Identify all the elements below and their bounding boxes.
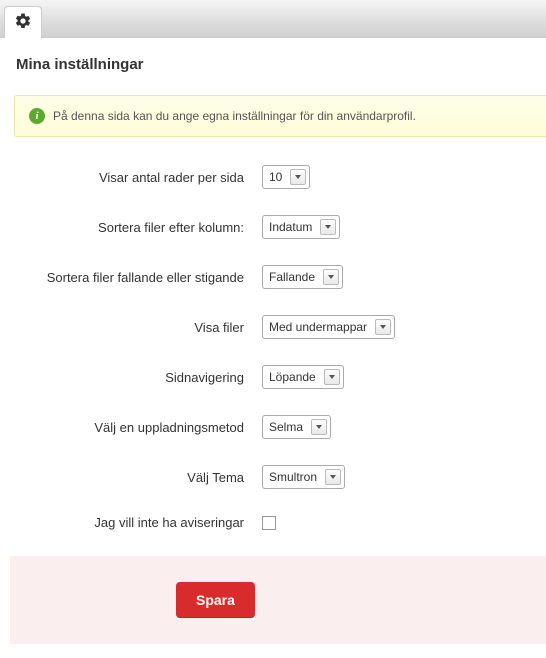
label-rows-per-page: Visar antal rader per sida: [24, 170, 262, 185]
info-icon: i: [29, 108, 45, 124]
select-value: Med undermappar: [269, 320, 375, 334]
row-sort-direction: Sortera filer fallande eller stigande Fa…: [24, 265, 522, 289]
label-sort-column: Sortera filer efter kolumn:: [24, 220, 262, 235]
row-no-notifications: Jag vill inte ha aviseringar: [24, 515, 522, 530]
page-title: Mina inställningar: [16, 56, 530, 73]
chevron-down-icon: [324, 369, 340, 385]
select-value: 10: [269, 170, 290, 184]
select-show-files[interactable]: Med undermappar: [262, 315, 395, 339]
settings-form: Visar antal rader per sida 10 Sortera fi…: [16, 165, 530, 530]
select-pagination[interactable]: Löpande: [262, 365, 344, 389]
chevron-down-icon: [323, 269, 339, 285]
chevron-down-icon: [311, 419, 327, 435]
select-sort-column[interactable]: Indatum: [262, 215, 340, 239]
info-box: i På denna sida kan du ange egna inställ…: [14, 95, 546, 137]
label-theme: Välj Tema: [24, 470, 262, 485]
row-show-files: Visa filer Med undermappar: [24, 315, 522, 339]
content-area: Mina inställningar i På denna sida kan d…: [0, 38, 546, 644]
tab-bar: [0, 0, 546, 38]
select-value: Fallande: [269, 270, 323, 284]
row-rows-per-page: Visar antal rader per sida 10: [24, 165, 522, 189]
row-sort-column: Sortera filer efter kolumn: Indatum: [24, 215, 522, 239]
row-pagination: Sidnavigering Löpande: [24, 365, 522, 389]
info-message: På denna sida kan du ange egna inställni…: [53, 109, 416, 123]
select-upload-method[interactable]: Selma: [262, 415, 331, 439]
gear-icon: [14, 12, 32, 33]
row-upload-method: Välj en uppladningsmetod Selma: [24, 415, 522, 439]
select-sort-direction[interactable]: Fallande: [262, 265, 343, 289]
chevron-down-icon: [290, 169, 306, 185]
select-value: Indatum: [269, 220, 320, 234]
label-show-files: Visa filer: [24, 320, 262, 335]
form-footer: Spara: [10, 556, 546, 644]
select-value: Löpande: [269, 370, 324, 384]
tab-settings[interactable]: [4, 6, 42, 38]
chevron-down-icon: [325, 469, 341, 485]
label-no-notifications: Jag vill inte ha aviseringar: [24, 515, 262, 530]
select-theme[interactable]: Smultron: [262, 465, 345, 489]
save-button[interactable]: Spara: [176, 582, 255, 618]
row-theme: Välj Tema Smultron: [24, 465, 522, 489]
select-rows-per-page[interactable]: 10: [262, 165, 310, 189]
chevron-down-icon: [375, 319, 391, 335]
select-value: Selma: [269, 420, 311, 434]
label-upload-method: Välj en uppladningsmetod: [24, 420, 262, 435]
checkbox-no-notifications[interactable]: [262, 516, 276, 530]
label-sort-direction: Sortera filer fallande eller stigande: [24, 270, 262, 285]
chevron-down-icon: [320, 219, 336, 235]
label-pagination: Sidnavigering: [24, 370, 262, 385]
select-value: Smultron: [269, 470, 325, 484]
